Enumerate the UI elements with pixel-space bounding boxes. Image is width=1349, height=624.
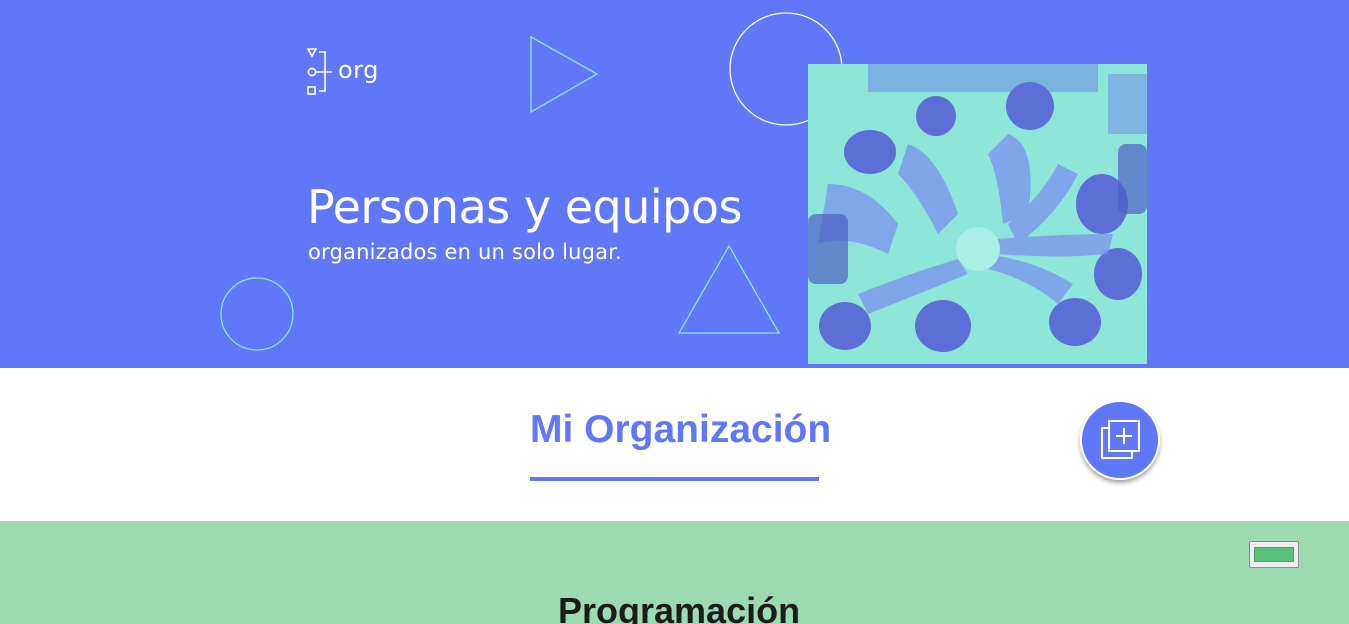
team-hands-illustration (808, 64, 1147, 364)
add-organization-button[interactable] (1080, 400, 1160, 480)
toggle-fill (1254, 547, 1294, 562)
program-title: Programación (558, 590, 801, 624)
org-chart-icon (306, 48, 332, 95)
logo-text: org (338, 56, 379, 84)
triangle-outline-icon (677, 244, 781, 334)
play-triangle-icon (530, 35, 599, 114)
toggle-button[interactable] (1249, 541, 1299, 568)
add-copy-icon (1101, 420, 1140, 459)
small-circle-outline-icon (220, 277, 294, 351)
section-title: Mi Organización (530, 408, 832, 451)
title-underline (530, 477, 819, 481)
hero-title: Personas y equipos (307, 180, 742, 234)
logo[interactable]: org (306, 47, 379, 97)
hero-banner: org Personas y equipos organizados en un… (0, 0, 1349, 368)
hero-subtitle: organizados en un solo lugar. (308, 240, 623, 264)
team-photo (808, 64, 1147, 364)
